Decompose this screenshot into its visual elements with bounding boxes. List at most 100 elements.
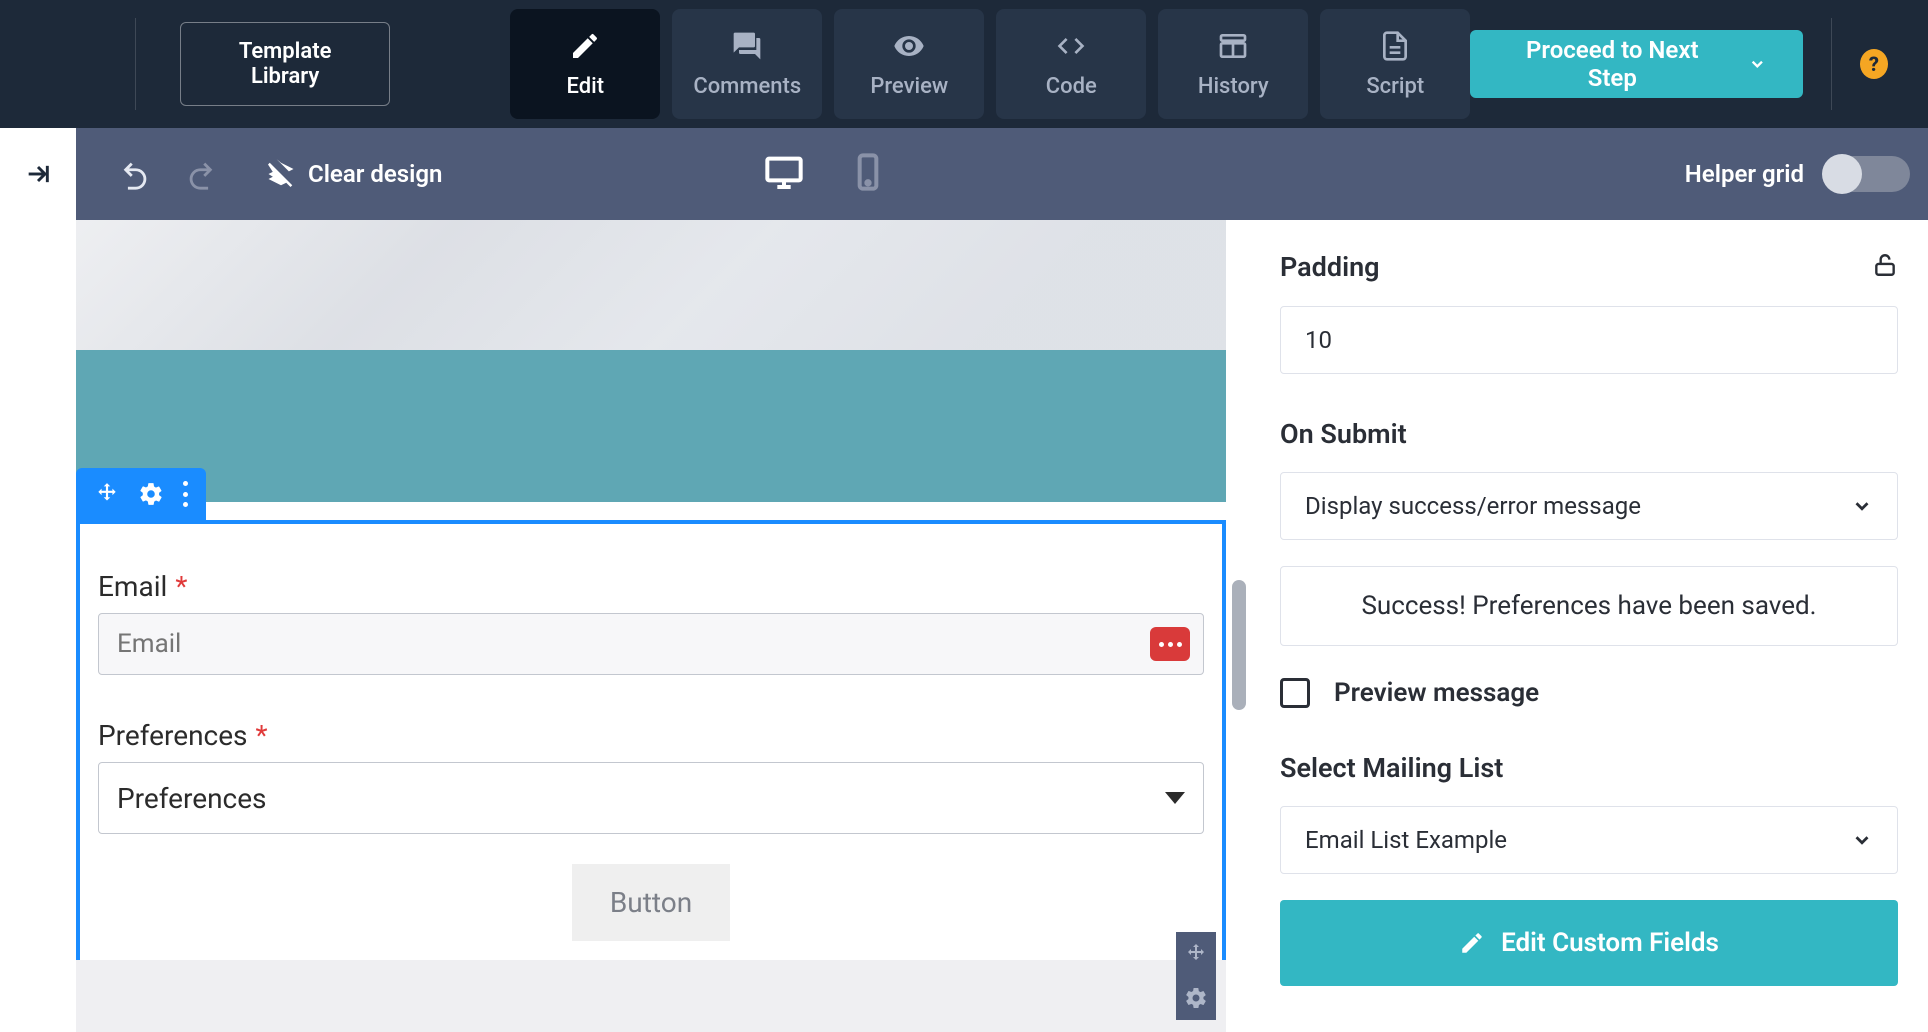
caret-down-icon <box>1165 792 1185 804</box>
mobile-icon <box>848 152 888 192</box>
pencil-icon <box>569 30 601 62</box>
move-icon <box>1184 942 1208 966</box>
lock-open-icon <box>1872 250 1898 280</box>
collapse-panel-button[interactable] <box>0 128 76 220</box>
tab-code[interactable]: Code <box>996 9 1146 119</box>
padding-input[interactable] <box>1280 306 1898 374</box>
layers-off-icon <box>266 159 296 189</box>
element-more-button[interactable] <box>182 481 188 507</box>
element-toolbar <box>76 468 206 520</box>
help-button[interactable]: ? <box>1860 49 1888 79</box>
on-submit-value: Display success/error message <box>1305 492 1641 520</box>
tab-history[interactable]: History <box>1158 9 1308 119</box>
tab-comments[interactable]: Comments <box>672 9 822 119</box>
email-label-text: Email <box>98 570 167 603</box>
edit-custom-fields-label: Edit Custom Fields <box>1501 928 1719 958</box>
clear-design-label: Clear design <box>308 160 442 188</box>
preview-message-row: Preview message <box>1280 678 1898 708</box>
success-message-input[interactable]: Success! Preferences have been saved. <box>1280 566 1898 646</box>
redo-button[interactable] <box>184 157 218 191</box>
padding-lock-button[interactable] <box>1872 250 1898 284</box>
device-desktop-button[interactable] <box>764 152 804 196</box>
form-submit-button[interactable]: Button <box>572 864 730 941</box>
padding-section: Padding <box>1280 250 1898 374</box>
template-library-button[interactable]: Template Library <box>180 22 390 106</box>
canvas-inner: Email* Preferences* Preferences Button <box>76 220 1226 1032</box>
preview-message-checkbox[interactable] <box>1280 678 1310 708</box>
canvas-scrollbar[interactable] <box>1232 580 1246 710</box>
section-settings-handle[interactable] <box>1176 976 1216 1020</box>
preview-message-label: Preview message <box>1334 678 1539 708</box>
tab-label: Script <box>1366 74 1424 99</box>
helper-grid-toggle: Helper grid <box>1685 156 1928 192</box>
gear-icon <box>138 481 164 507</box>
hero-image-block[interactable] <box>76 220 1226 350</box>
preferences-field-label: Preferences* <box>98 719 1204 752</box>
switch-knob <box>1822 154 1862 194</box>
email-field-label: Email* <box>98 570 1204 603</box>
teal-section[interactable] <box>76 350 1226 502</box>
code-icon <box>1055 30 1087 62</box>
preferences-select[interactable]: Preferences <box>98 762 1204 834</box>
required-asterisk: * <box>256 719 268 752</box>
header-divider-right <box>1831 18 1832 110</box>
move-handle[interactable] <box>94 481 120 507</box>
password-manager-badge[interactable] <box>1150 627 1190 661</box>
eye-icon <box>893 30 925 62</box>
element-settings-button[interactable] <box>138 481 164 507</box>
on-submit-select[interactable]: Display success/error message <box>1280 472 1898 540</box>
gear-icon <box>1184 986 1208 1010</box>
tab-preview[interactable]: Preview <box>834 9 984 119</box>
history-icon <box>1217 30 1249 62</box>
device-mobile-button[interactable] <box>848 152 888 196</box>
section-handles <box>1176 932 1216 1020</box>
email-input[interactable] <box>98 613 1204 675</box>
redo-icon <box>184 157 218 191</box>
tab-script[interactable]: Script <box>1320 9 1470 119</box>
canvas: Email* Preferences* Preferences Button <box>0 220 1250 1032</box>
section-move-handle[interactable] <box>1176 932 1216 976</box>
required-asterisk: * <box>175 570 187 603</box>
mailing-list-section: Select Mailing List Email List Example E… <box>1280 752 1898 986</box>
bottom-section[interactable] <box>76 960 1226 1032</box>
on-submit-section: On Submit Display success/error message … <box>1280 418 1898 708</box>
mailing-list-select[interactable]: Email List Example <box>1280 806 1898 874</box>
mailing-list-label: Select Mailing List <box>1280 752 1898 784</box>
proceed-label: Proceed to Next Step <box>1506 36 1718 92</box>
header-divider <box>135 18 136 110</box>
top-tabs: Edit Comments Preview Code History Scrip… <box>510 9 1470 119</box>
desktop-icon <box>764 152 804 192</box>
undo-button[interactable] <box>118 157 152 191</box>
top-header: Template Library Edit Comments Preview C… <box>0 0 1928 128</box>
undo-icon <box>118 157 152 191</box>
script-icon <box>1379 30 1411 62</box>
comments-icon <box>731 30 763 62</box>
move-icon <box>94 481 120 507</box>
form-block-selected[interactable]: Email* Preferences* Preferences Button <box>76 520 1226 979</box>
mailing-list-value: Email List Example <box>1305 826 1507 854</box>
pencil-icon <box>1459 930 1485 956</box>
vertical-dots-icon <box>182 481 188 507</box>
helper-grid-switch[interactable] <box>1824 156 1910 192</box>
clear-design-button[interactable]: Clear design <box>266 159 442 189</box>
helper-grid-label: Helper grid <box>1685 160 1804 188</box>
tab-label: Preview <box>870 74 948 99</box>
editor-toolbar: Clear design Helper grid <box>0 128 1928 220</box>
main-area: Email* Preferences* Preferences Button <box>0 220 1928 1032</box>
chevron-down-icon <box>1748 54 1767 74</box>
chevron-down-icon <box>1851 495 1873 517</box>
chevron-down-icon <box>1851 829 1873 851</box>
preferences-label-text: Preferences <box>98 719 248 752</box>
tab-label: Code <box>1046 74 1097 99</box>
preferences-value: Preferences <box>117 782 267 815</box>
tab-edit[interactable]: Edit <box>510 9 660 119</box>
arrow-collapse-icon <box>24 160 52 188</box>
tab-label: Comments <box>693 74 801 99</box>
tab-label: Edit <box>566 74 604 99</box>
proceed-button[interactable]: Proceed to Next Step <box>1470 30 1803 98</box>
on-submit-label: On Submit <box>1280 418 1898 450</box>
edit-custom-fields-button[interactable]: Edit Custom Fields <box>1280 900 1898 986</box>
device-toggle <box>764 152 888 196</box>
tab-label: History <box>1198 74 1269 99</box>
padding-label: Padding <box>1280 251 1380 283</box>
